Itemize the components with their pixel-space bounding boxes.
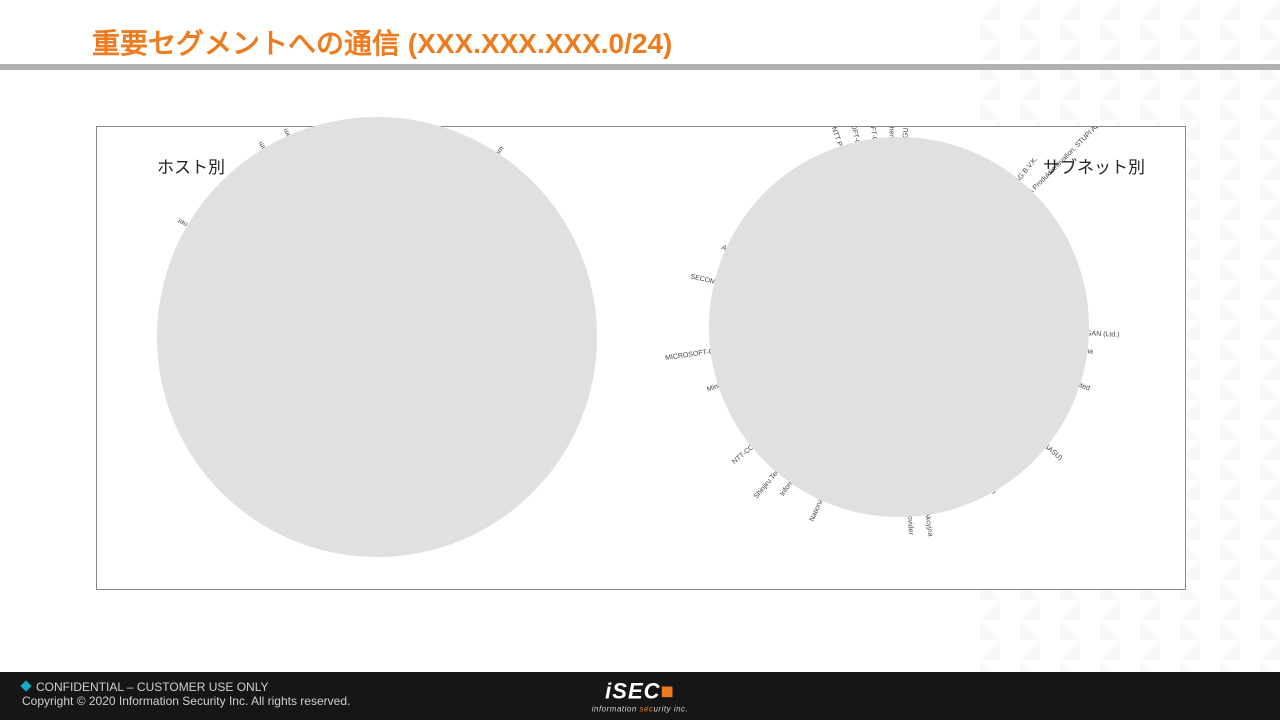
page-title: 重要セグメントへの通信 (XXX.XXX.XXX.0/24) — [92, 22, 672, 62]
chart-subnet-label: サブネット別 — [1043, 153, 1145, 178]
title-divider — [0, 64, 1280, 70]
charts-panel: ホスト別 e9659.dspg.akamaiedge.net52.113.96.… — [96, 126, 1186, 590]
footer: CONFIDENTIAL – CUSTOMER USE ONLY Copyrig… — [0, 672, 1280, 720]
chart-subnet: サブネット別 Deutschen Forschungsnetzes e.V.DH… — [641, 127, 1185, 589]
chart-host-label: ホスト別 — [157, 153, 225, 178]
footer-logo: iSEC■ information security inc. — [592, 679, 689, 714]
chart-host: ホスト別 e9659.dspg.akamaiedge.net52.113.96.… — [97, 127, 641, 589]
